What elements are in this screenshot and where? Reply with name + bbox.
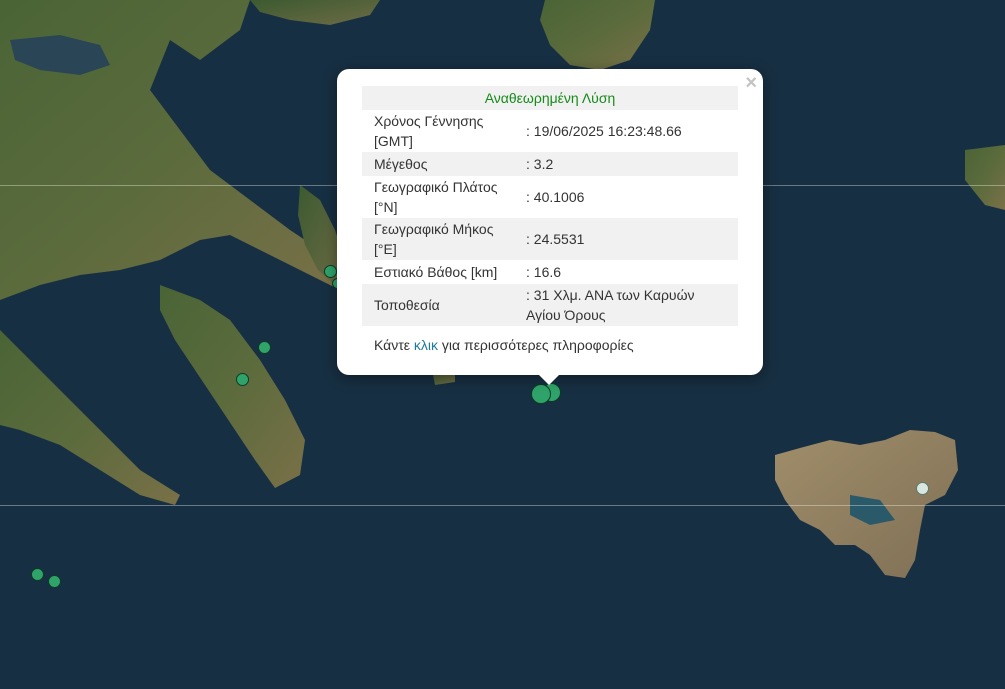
row-value-location: : 31 Χλμ. ΑΝΑ των Καρυών Αγίου Όρους [526, 284, 738, 326]
graticule-line [0, 505, 1005, 506]
table-row: Εστιακό Βάθος [km] : 16.6 [362, 260, 738, 284]
row-value-longitude: : 24.5531 [526, 218, 738, 260]
close-icon[interactable]: × [745, 73, 757, 93]
row-label-latitude: Γεωγραφικό Πλάτος [°N] [374, 179, 498, 215]
row-label-origin-time: Χρόνος Γέννησης [GMT] [374, 113, 484, 149]
earthquake-marker[interactable] [916, 482, 929, 495]
table-row: Γεωγραφικό Μήκος [°E] : 24.5531 [362, 218, 738, 260]
row-value-depth: : 16.6 [526, 264, 562, 280]
footer-prefix: Κάντε [374, 337, 414, 353]
row-label-depth: Εστιακό Βάθος [km] [374, 264, 498, 280]
table-row: Τοποθεσία : 31 Χλμ. ΑΝΑ των Καρυών Αγίου… [362, 284, 738, 326]
table-row: Αναθεωρημένη Λύση [362, 86, 738, 110]
earthquake-marker[interactable] [236, 373, 249, 386]
table-row: Χρόνος Γέννησης [GMT] : 19/06/2025 16:23… [362, 110, 738, 152]
popup-title: Αναθεωρημένη Λύση [362, 86, 738, 110]
earthquake-marker[interactable] [48, 575, 61, 588]
table-row: Γεωγραφικό Πλάτος [°N] : 40.1006 [362, 176, 738, 218]
row-value-latitude: : 40.1006 [526, 189, 585, 205]
earthquake-details-table: Αναθεωρημένη Λύση Χρόνος Γέννησης [GMT] … [362, 86, 738, 326]
popup-tip [538, 374, 560, 385]
earthquake-marker[interactable] [324, 265, 337, 278]
footer-suffix: για περισσότερες πληροφορίες [438, 337, 634, 353]
row-label-magnitude: Μέγεθος [362, 152, 526, 176]
row-label-longitude: Γεωγραφικό Μήκος [°E] [362, 218, 526, 260]
earthquake-marker-selected[interactable] [531, 384, 551, 404]
row-value-magnitude: : 3.2 [526, 152, 738, 176]
earthquake-popup: × Αναθεωρημένη Λύση Χρόνος Γέννησης [GMT… [337, 69, 763, 375]
earthquake-marker[interactable] [31, 568, 44, 581]
row-label-location: Τοποθεσία [362, 284, 526, 326]
row-value-origin-time: : 19/06/2025 16:23:48.66 [526, 123, 682, 139]
earthquake-marker[interactable] [258, 341, 271, 354]
more-info-link[interactable]: κλικ [414, 337, 438, 353]
popup-footer: Κάντε κλικ για περισσότερες πληροφορίες [374, 337, 634, 353]
map-view[interactable]: × Αναθεωρημένη Λύση Χρόνος Γέννησης [GMT… [0, 0, 1005, 689]
table-row: Μέγεθος : 3.2 [362, 152, 738, 176]
